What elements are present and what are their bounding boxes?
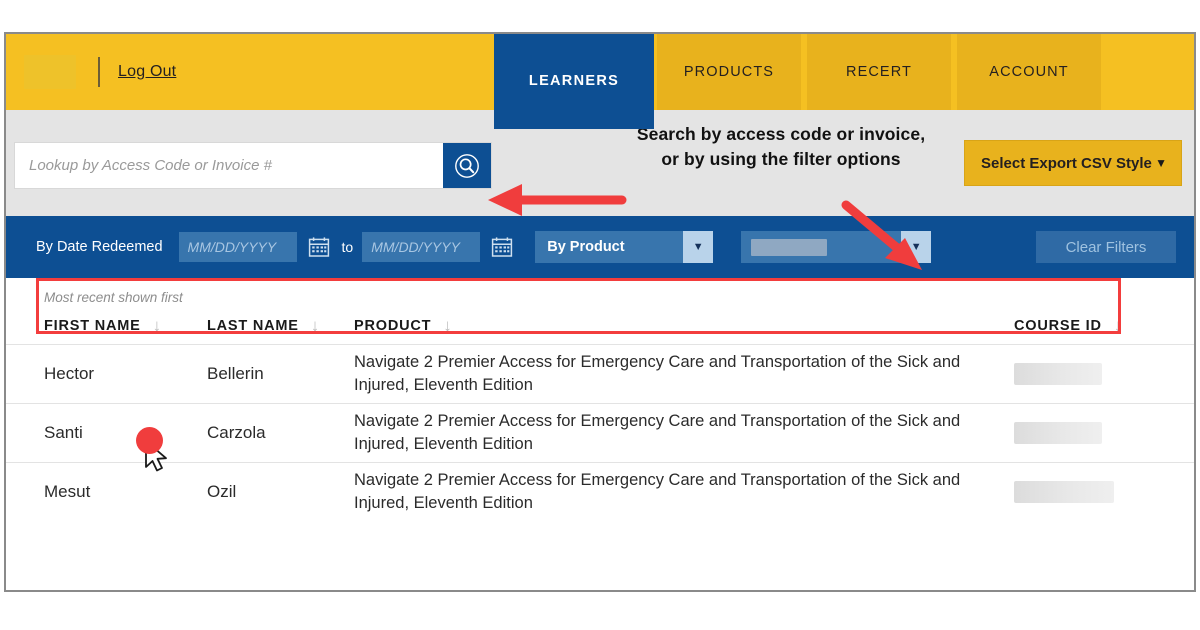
brand-divider	[98, 57, 100, 87]
column-header-first-name-label: FIRST NAME	[44, 317, 141, 334]
by-product-dropdown[interactable]: By Product ▼	[535, 231, 714, 263]
search-button[interactable]	[443, 143, 491, 188]
cell-course-id	[1014, 422, 1174, 444]
search-input[interactable]	[15, 143, 443, 188]
cell-first-name: Hector	[44, 364, 95, 383]
calendar-icon-to[interactable]	[489, 234, 515, 260]
cell-last-name: Ozil	[207, 482, 237, 501]
column-header-last-name-label: LAST NAME	[207, 317, 299, 334]
app-window: Log Out LEARNERS PRODUCTS RECERT ACCOUNT…	[4, 32, 1196, 592]
column-header-product[interactable]: PRODUCT ↓	[354, 317, 1014, 334]
logo-redacted	[24, 55, 76, 89]
column-header-product-label: PRODUCT	[354, 317, 432, 334]
column-header-last-name[interactable]: LAST NAME ↓	[207, 317, 354, 334]
sort-arrow-icon[interactable]: ↓	[1114, 317, 1123, 334]
tab-recert[interactable]: RECERT	[804, 34, 954, 110]
tab-account[interactable]: ACCOUNT	[954, 34, 1104, 110]
cell-product: Navigate 2 Premier Access for Emergency …	[354, 470, 961, 512]
search-bar	[14, 142, 492, 189]
cell-product: Navigate 2 Premier Access for Emergency …	[354, 411, 961, 453]
nav-tabs: LEARNERS PRODUCTS RECERT ACCOUNT	[494, 34, 1104, 129]
cell-product: Navigate 2 Premier Access for Emergency …	[354, 352, 961, 394]
cell-last-name: Bellerin	[207, 364, 264, 383]
learners-table: Most recent shown first FIRST NAME ↓ LAS…	[6, 278, 1194, 521]
chevron-down-icon: ▼	[901, 231, 932, 263]
calendar-icon	[308, 237, 329, 257]
export-csv-style-label: Select Export CSV Style	[981, 154, 1152, 172]
column-header-course-id-label: COURSE ID	[1014, 317, 1102, 334]
by-product-label: By Product	[547, 239, 625, 255]
table-row[interactable]: Santi Carzola Navigate 2 Premier Access …	[6, 403, 1194, 462]
cell-first-name: Mesut	[44, 482, 91, 501]
clear-filters-button[interactable]: Clear Filters	[1036, 231, 1176, 263]
course-id-redacted	[1014, 481, 1114, 503]
export-csv-style-dropdown[interactable]: Select Export CSV Style ▼	[964, 140, 1182, 186]
cell-last-name: Carzola	[207, 423, 266, 442]
sort-arrow-icon[interactable]: ↓	[443, 317, 452, 334]
sort-arrow-icon[interactable]: ↓	[153, 317, 162, 334]
chevron-down-icon: ▼	[683, 231, 714, 263]
top-navigation-bar: Log Out LEARNERS PRODUCTS RECERT ACCOUNT	[6, 34, 1194, 129]
cell-course-id	[1014, 363, 1174, 385]
calendar-icon-from[interactable]	[306, 234, 332, 260]
date-redeemed-label: By Date Redeemed	[36, 239, 163, 255]
tab-learners[interactable]: LEARNERS	[494, 34, 654, 129]
chevron-down-icon: ▼	[1155, 156, 1167, 170]
date-range-separator: to	[341, 239, 354, 255]
sort-arrow-icon[interactable]: ↓	[311, 317, 320, 334]
table-header-row: FIRST NAME ↓ LAST NAME ↓ PRODUCT ↓ COURS…	[6, 305, 1194, 344]
search-icon	[455, 153, 479, 178]
date-to-input[interactable]	[362, 232, 481, 262]
secondary-filter-dropdown[interactable]: ▼	[741, 231, 932, 263]
secondary-filter-value-redacted	[751, 238, 828, 256]
table-row[interactable]: Mesut Ozil Navigate 2 Premier Access for…	[6, 462, 1194, 521]
date-from-input[interactable]	[178, 232, 297, 262]
brand-zone: Log Out	[6, 34, 176, 110]
column-header-first-name[interactable]: FIRST NAME ↓	[44, 317, 207, 334]
cell-first-name: Santi	[44, 423, 83, 442]
course-id-redacted	[1014, 422, 1102, 444]
column-header-course-id[interactable]: COURSE ID ↓	[1014, 317, 1174, 334]
course-id-redacted	[1014, 363, 1102, 385]
tab-products[interactable]: PRODUCTS	[654, 34, 804, 110]
filter-bar: By Date Redeemed to	[6, 216, 1194, 278]
calendar-icon	[492, 237, 513, 257]
annotation-callout: Search by access code or invoice, or by …	[636, 124, 926, 169]
cell-course-id	[1014, 481, 1174, 503]
log-out-link[interactable]: Log Out	[118, 63, 176, 81]
table-row[interactable]: Hector Bellerin Navigate 2 Premier Acces…	[6, 278, 1194, 403]
click-indicator-dot	[136, 427, 163, 454]
sort-note: Most recent shown first	[44, 290, 183, 305]
